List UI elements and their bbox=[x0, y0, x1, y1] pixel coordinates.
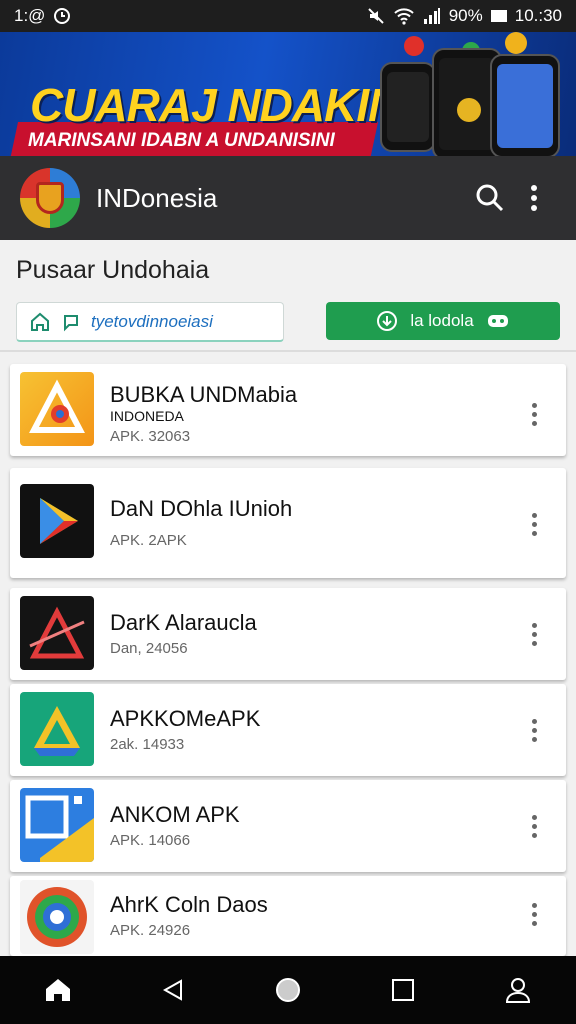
item-more-button[interactable] bbox=[522, 712, 546, 748]
download-button[interactable]: la lodola bbox=[326, 302, 560, 340]
signal-icon bbox=[423, 8, 440, 24]
banner-dot-red bbox=[404, 36, 424, 56]
item-more-button[interactable] bbox=[522, 616, 546, 652]
phone-image-right bbox=[490, 54, 560, 156]
search-input-value: tyetovdinnoeiasi bbox=[91, 311, 213, 331]
search-icon bbox=[476, 184, 504, 212]
app-meta: 2ak. 14933 bbox=[110, 736, 185, 753]
app-name: DarK Alaraucla bbox=[110, 610, 257, 635]
status-clock: 10.:30 bbox=[514, 6, 562, 25]
nav-home-button[interactable] bbox=[28, 960, 88, 1020]
list-item[interactable]: BUBKA UNDMabia INDONEDA APK. 32063 bbox=[10, 364, 566, 456]
nav-recents-button[interactable] bbox=[373, 960, 433, 1020]
profile-icon bbox=[506, 978, 531, 1003]
item-more-button[interactable] bbox=[522, 396, 546, 432]
nav-profile-button[interactable] bbox=[488, 960, 548, 1020]
app-title: INDonesia bbox=[96, 182, 218, 213]
divider bbox=[0, 350, 576, 352]
app-logo bbox=[20, 168, 80, 228]
item-more-button[interactable] bbox=[522, 506, 546, 542]
list-item[interactable]: ANKOM APK APK. 14066 bbox=[10, 780, 566, 872]
nav-back-button[interactable] bbox=[143, 960, 203, 1020]
more-vert-icon bbox=[531, 185, 537, 211]
wifi-icon bbox=[394, 8, 414, 25]
item-more-button[interactable] bbox=[522, 808, 546, 844]
dark-triangle-icon bbox=[20, 596, 94, 670]
search-button[interactable] bbox=[468, 176, 512, 220]
bottom-nav bbox=[0, 956, 576, 1024]
battery-icon bbox=[490, 10, 507, 22]
circle-logo-icon bbox=[20, 880, 94, 954]
square-logo-icon bbox=[20, 788, 94, 862]
list-item[interactable]: APKKOMeAPK 2ak. 14933 bbox=[10, 684, 566, 776]
app-name: DaN DOhla IUnioh bbox=[110, 496, 293, 521]
item-more-button[interactable] bbox=[522, 896, 546, 932]
drive-triangle-icon bbox=[20, 692, 94, 766]
banner-subtitle: MARINSANI IDABN A UNDANISINI bbox=[28, 130, 335, 151]
app-name: BUBKA UNDMabia bbox=[110, 382, 298, 407]
app-meta: APK. 32063 bbox=[110, 428, 191, 445]
chat-icon bbox=[64, 314, 78, 331]
banner-title: CUARAJ NDAKIN bbox=[30, 79, 401, 131]
app-meta: APK. 14066 bbox=[110, 832, 191, 849]
more-menu-button[interactable] bbox=[512, 176, 556, 220]
app-name: AhrK Coln Daos bbox=[110, 892, 268, 917]
list-item[interactable]: AhrK Coln Daos APK. 24926 bbox=[10, 876, 566, 956]
search-input[interactable]: tyetovdinnoeiasi bbox=[16, 302, 284, 342]
status-bar: 1:@ 90% 10.:30 bbox=[0, 0, 576, 32]
app-subtitle: INDONEDA bbox=[110, 408, 184, 424]
app-name: ANKOM APK bbox=[110, 802, 240, 827]
download-icon bbox=[377, 311, 398, 331]
recents-icon bbox=[392, 979, 415, 1001]
app-meta: Dan, 24056 bbox=[110, 640, 188, 657]
status-right: 90% 10.:30 bbox=[367, 6, 562, 26]
status-time: 1:@ bbox=[14, 6, 46, 25]
list-item[interactable]: DarK Alaraucla Dan, 24056 bbox=[10, 588, 566, 680]
battery-percent: 90% bbox=[448, 6, 483, 25]
play-store-icon bbox=[20, 484, 94, 558]
warning-triangle-icon bbox=[20, 372, 94, 446]
back-icon bbox=[162, 979, 182, 1001]
phone-image-left bbox=[380, 62, 436, 152]
home-outline-icon bbox=[31, 312, 49, 331]
notification-icon bbox=[54, 8, 71, 24]
banner-dot-yellow bbox=[505, 32, 527, 54]
app-meta: APK. 24926 bbox=[110, 922, 191, 939]
app-bar: INDonesia bbox=[0, 156, 576, 240]
download-button-label: la lodola bbox=[410, 311, 474, 330]
mute-icon bbox=[367, 8, 384, 24]
list-item[interactable]: DaN DOhla IUnioh APK. 2APK bbox=[10, 468, 566, 578]
gamepad-icon bbox=[487, 315, 508, 327]
promo-banner[interactable]: CUARAJ NDAKIN MARINSANI IDABN A UNDANISI… bbox=[0, 32, 576, 156]
home-circle-icon bbox=[275, 978, 300, 1002]
home-icon bbox=[45, 979, 70, 1001]
status-left: 1:@ bbox=[14, 6, 71, 26]
section-title: Pusaar Undohaia bbox=[16, 256, 210, 284]
nav-home-circle-button[interactable] bbox=[258, 960, 318, 1020]
app-name: APKKOMeAPK bbox=[110, 706, 261, 731]
app-meta: APK. 2APK bbox=[110, 532, 187, 549]
